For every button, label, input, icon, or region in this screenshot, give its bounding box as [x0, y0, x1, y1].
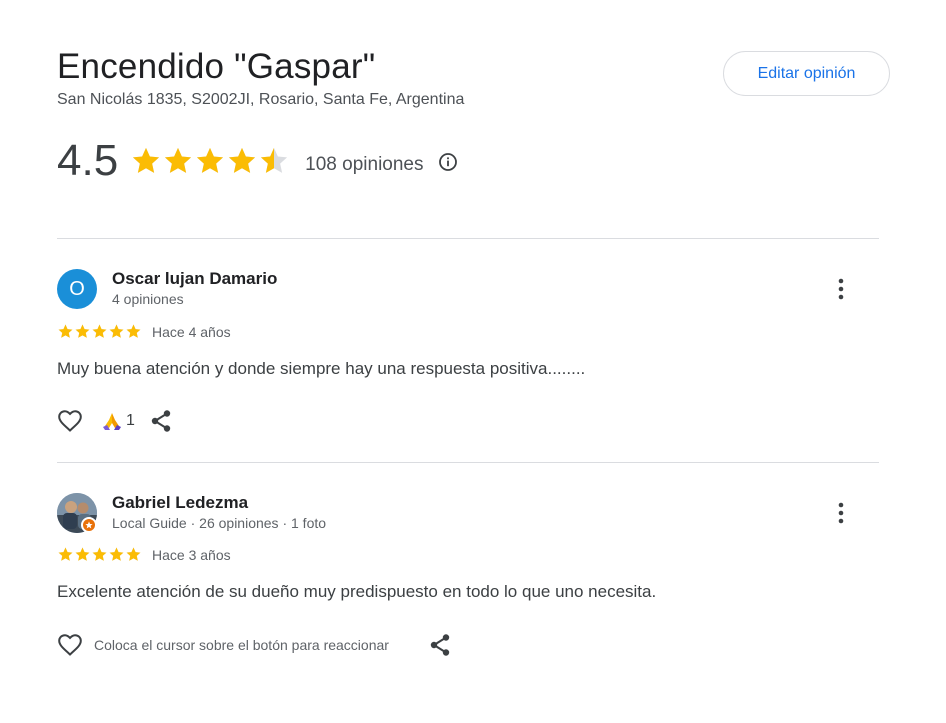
more-vert-icon[interactable]	[829, 277, 853, 301]
edit-review-button[interactable]: Editar opinión	[723, 51, 890, 96]
heart-outline-icon[interactable]	[57, 409, 83, 433]
share-icon[interactable]	[150, 409, 172, 433]
heart-outline-icon[interactable]	[57, 633, 83, 657]
reaction-count: 1	[126, 412, 135, 429]
star-icon	[229, 147, 256, 173]
review-actions: Coloca el cursor sobre el botón para rea…	[57, 633, 451, 657]
share-icon[interactable]	[429, 633, 451, 657]
star-icon	[109, 324, 124, 338]
star-icon	[92, 547, 107, 561]
star-icon	[197, 147, 224, 173]
star-icon	[58, 324, 73, 338]
star-icon	[261, 147, 288, 173]
avatar[interactable]: O	[57, 269, 97, 309]
review-stars: Hace 4 años	[57, 323, 231, 340]
avatar[interactable]	[57, 493, 97, 533]
more-vert-icon[interactable]	[829, 501, 853, 525]
place-title: Encendido "Gaspar"	[57, 47, 376, 86]
pray-reaction-icon[interactable]	[101, 411, 123, 431]
review-author-meta: 4 opiniones	[112, 291, 184, 307]
average-rating-stars	[130, 145, 290, 177]
star-icon	[133, 147, 160, 173]
review-stars-icons	[57, 323, 142, 340]
star-icon	[58, 547, 73, 561]
local-guide-badge-icon	[81, 517, 97, 533]
review-text: Muy buena atención y donde siempre hay u…	[57, 359, 586, 378]
review-date: Hace 4 años	[152, 323, 231, 340]
divider	[57, 238, 879, 239]
rating-summary: 4.5 108 opiniones	[57, 136, 458, 186]
review-card: O Oscar lujan Damario 4 opiniones Hace 4…	[57, 269, 879, 439]
review-actions: 1	[57, 409, 172, 433]
average-rating: 4.5	[57, 136, 119, 185]
review-date: Hace 3 años	[152, 546, 231, 563]
review-stars-icons	[57, 546, 142, 563]
avatar-letter: O	[69, 277, 85, 300]
star-icon	[92, 324, 107, 338]
star-icon	[109, 547, 124, 561]
star-icon	[75, 547, 90, 561]
review-count: 108 opiniones	[305, 154, 424, 175]
review-card: Gabriel Ledezma Local Guide · 26 opinion…	[57, 493, 879, 663]
info-circle-icon[interactable]	[438, 152, 458, 172]
place-address: San Nicolás 1835, S2002JI, Rosario, Sant…	[57, 91, 465, 108]
star-icon	[126, 324, 141, 338]
review-author[interactable]: Oscar lujan Damario	[112, 269, 277, 289]
review-author[interactable]: Gabriel Ledezma	[112, 493, 248, 513]
star-icon	[75, 324, 90, 338]
star-icon	[126, 547, 141, 561]
divider	[57, 462, 879, 463]
review-author-meta: Local Guide · 26 opiniones · 1 foto	[112, 515, 327, 531]
star-icon	[165, 147, 192, 173]
reaction-hint: Coloca el cursor sobre el botón para rea…	[94, 637, 389, 653]
review-text: Excelente atención de su dueño muy predi…	[57, 582, 657, 601]
review-stars: Hace 3 años	[57, 546, 231, 563]
